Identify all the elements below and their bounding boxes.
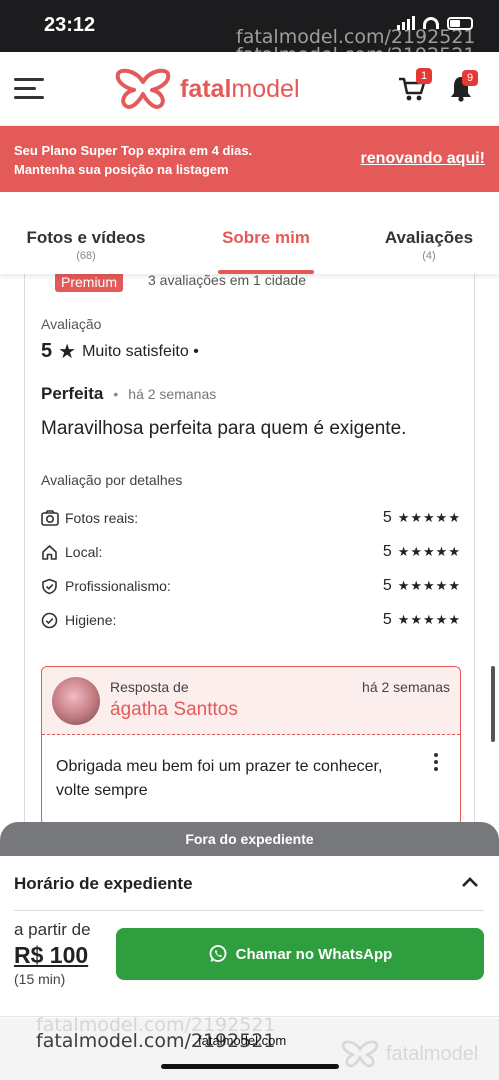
tab-avaliacoes[interactable]: Avaliações (4) bbox=[382, 228, 476, 262]
owner-reply: Resposta de ágatha Santtos há 2 semanas … bbox=[41, 666, 461, 826]
logo-text: fatalmodel bbox=[180, 74, 300, 103]
review-card: Premium 3 avaliações em 1 cidade Avaliaç… bbox=[24, 266, 475, 826]
review-date: há 2 semanas bbox=[128, 386, 217, 402]
menu-icon[interactable] bbox=[14, 78, 44, 105]
reviewer-summary: 3 avaliações em 1 cidade bbox=[148, 272, 306, 288]
off-hours-status: Fora do expediente bbox=[0, 822, 499, 858]
price-value: R$ 100 bbox=[14, 942, 89, 968]
stars-icon: ★★★★★ bbox=[397, 612, 461, 627]
detail-fotos-reais: Fotos reais: 5 ★★★★★ bbox=[41, 508, 461, 532]
reply-body: Obrigada meu bem foi um prazer te conhec… bbox=[56, 758, 383, 799]
star-icon: ★ bbox=[58, 341, 77, 363]
cart-button[interactable]: 1 bbox=[398, 68, 432, 107]
divider bbox=[14, 910, 484, 911]
detail-higiene: Higiene: 5 ★★★★★ bbox=[41, 610, 461, 634]
details-title: Avaliação por detalhes bbox=[41, 472, 183, 488]
plan-expiry-banner: Seu Plano Super Top expira em 4 dias. Ma… bbox=[0, 126, 499, 192]
notifications-button[interactable]: 9 bbox=[450, 70, 478, 107]
active-tab-indicator bbox=[218, 270, 314, 274]
butterfly-logo-icon bbox=[115, 68, 171, 109]
scrollbar[interactable] bbox=[491, 666, 495, 742]
cart-badge: 1 bbox=[416, 68, 432, 84]
footer-logo: fatalmodel bbox=[340, 1040, 478, 1068]
banner-message: Seu Plano Super Top expira em 4 dias. Ma… bbox=[14, 143, 253, 177]
reply-header: Resposta de ágatha Santtos há 2 semanas bbox=[42, 667, 460, 735]
notifications-badge: 9 bbox=[462, 70, 478, 86]
detail-local: Local: 5 ★★★★★ bbox=[41, 542, 461, 566]
tab-sobre-mim[interactable]: Sobre mim bbox=[214, 228, 318, 248]
rating-label: Avaliação bbox=[41, 316, 102, 332]
overall-rating: 5 ★ Muito satisfeito • bbox=[41, 340, 199, 363]
stars-icon: ★★★★★ bbox=[397, 510, 461, 525]
chevron-up-icon[interactable] bbox=[461, 876, 479, 888]
detail-profissionalismo: Profissionalismo: 5 ★★★★★ bbox=[41, 576, 461, 600]
shield-check-icon bbox=[42, 578, 57, 595]
review-header: Perfeita • há 2 semanas bbox=[41, 384, 217, 403]
camera-check-icon bbox=[41, 510, 59, 526]
reply-label: Resposta de bbox=[110, 679, 189, 695]
avatar[interactable] bbox=[52, 677, 100, 725]
check-circle-icon bbox=[41, 612, 58, 629]
footer-url: fatalmodel.com bbox=[198, 1033, 287, 1048]
review-title: Perfeita bbox=[41, 384, 104, 403]
whatsapp-icon bbox=[209, 945, 227, 962]
price-duration: (15 min) bbox=[14, 971, 66, 987]
home-icon bbox=[42, 545, 57, 560]
whatsapp-button[interactable]: Chamar no WhatsApp bbox=[116, 928, 484, 980]
reply-author[interactable]: ágatha Santtos bbox=[110, 699, 238, 721]
more-options-icon[interactable] bbox=[434, 753, 440, 774]
stars-icon: ★★★★★ bbox=[397, 578, 461, 593]
review-body: Maravilhosa perfeita para quem é exigent… bbox=[41, 418, 407, 439]
renew-link[interactable]: renovando aqui! bbox=[361, 150, 485, 168]
stars-icon: ★★★★★ bbox=[397, 544, 461, 559]
price-prefix: a partir de bbox=[14, 920, 91, 939]
butterfly-logo-icon bbox=[341, 1040, 379, 1068]
status-time: 23:12 bbox=[44, 14, 96, 36]
profile-tabs: Fotos e vídeos (68) Sobre mim Avaliações… bbox=[0, 192, 499, 274]
reply-date: há 2 semanas bbox=[362, 679, 450, 695]
app-header: fatalmodel 1 9 bbox=[0, 52, 499, 126]
schedule-title[interactable]: Horário de expediente bbox=[14, 874, 193, 894]
tab-fotos-videos[interactable]: Fotos e vídeos (68) bbox=[24, 228, 148, 262]
home-indicator[interactable] bbox=[161, 1064, 339, 1069]
brand-logo[interactable]: fatalmodel bbox=[114, 68, 300, 110]
premium-badge: Premium bbox=[55, 272, 124, 292]
